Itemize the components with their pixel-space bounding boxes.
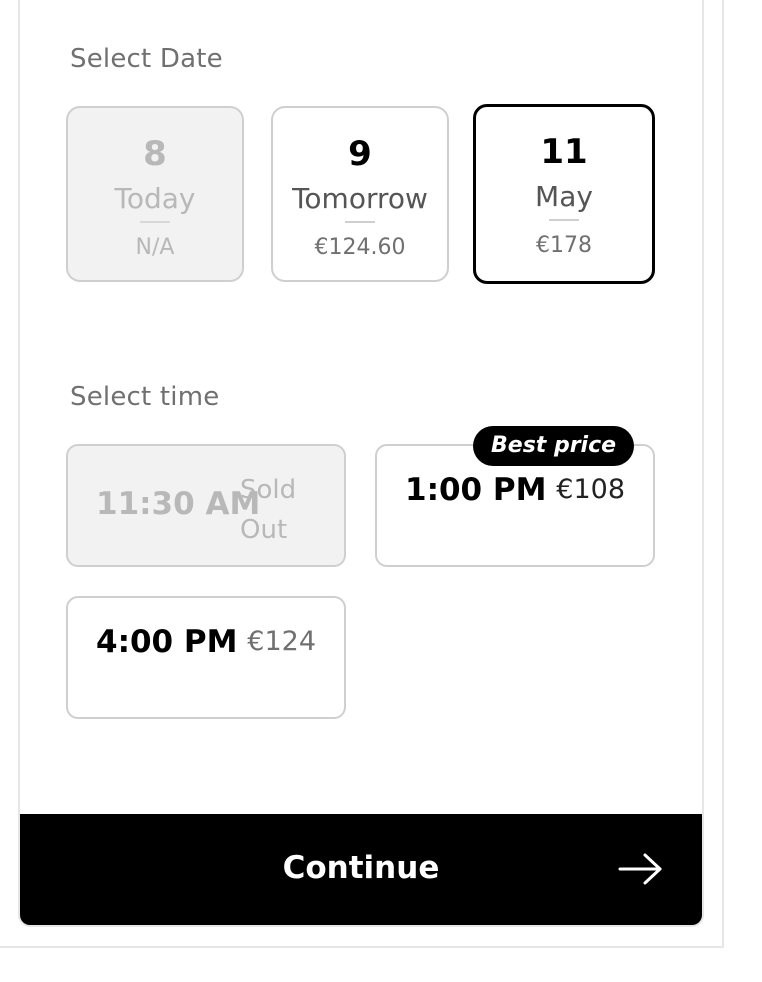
date-day: 8 (143, 134, 167, 174)
date-price: €178 (536, 233, 592, 258)
arrow-right-icon (618, 853, 662, 885)
date-divider (140, 221, 170, 223)
date-option-tomorrow[interactable]: 9 Tomorrow €124.60 (271, 106, 449, 282)
booking-panel: Select Date 8 Today N/A 9 Tomorrow €124.… (18, 0, 704, 927)
sold-out-line-1: Sold (240, 475, 297, 505)
sold-out-label: Sold Out (240, 470, 296, 550)
select-time-label: Select time (70, 382, 220, 412)
select-date-label: Select Date (70, 44, 223, 74)
time-slot-400pm[interactable]: 4:00 PM €124 (66, 596, 346, 719)
date-option-today: 8 Today N/A (66, 106, 244, 282)
continue-button[interactable]: Continue (20, 814, 702, 925)
continue-label: Continue (282, 850, 440, 886)
date-divider (345, 221, 375, 223)
time-value: 1:00 PM (405, 472, 547, 508)
time-price: €108 (556, 474, 625, 505)
time-slot-1130am: 11:30 AM Sold Out (66, 444, 346, 567)
date-day: 9 (348, 134, 372, 174)
time-value: 11:30 AM (96, 486, 261, 522)
date-price: N/A (135, 235, 175, 260)
time-price: €124 (247, 626, 316, 657)
time-value: 4:00 PM (96, 624, 238, 660)
date-divider (549, 219, 579, 221)
date-day: 11 (540, 132, 588, 172)
date-month: Tomorrow (292, 182, 428, 215)
time-slot-100pm[interactable]: Best price 1:00 PM €108 (375, 426, 655, 567)
best-price-badge: Best price (473, 426, 635, 466)
date-month: May (535, 180, 593, 213)
page: Select Date 8 Today N/A 9 Tomorrow €124.… (0, 0, 762, 982)
date-price: €124.60 (314, 235, 406, 260)
date-month: Today (114, 182, 196, 215)
date-option-may-11[interactable]: 11 May €178 (473, 104, 655, 284)
sold-out-line-2: Out (240, 515, 288, 545)
